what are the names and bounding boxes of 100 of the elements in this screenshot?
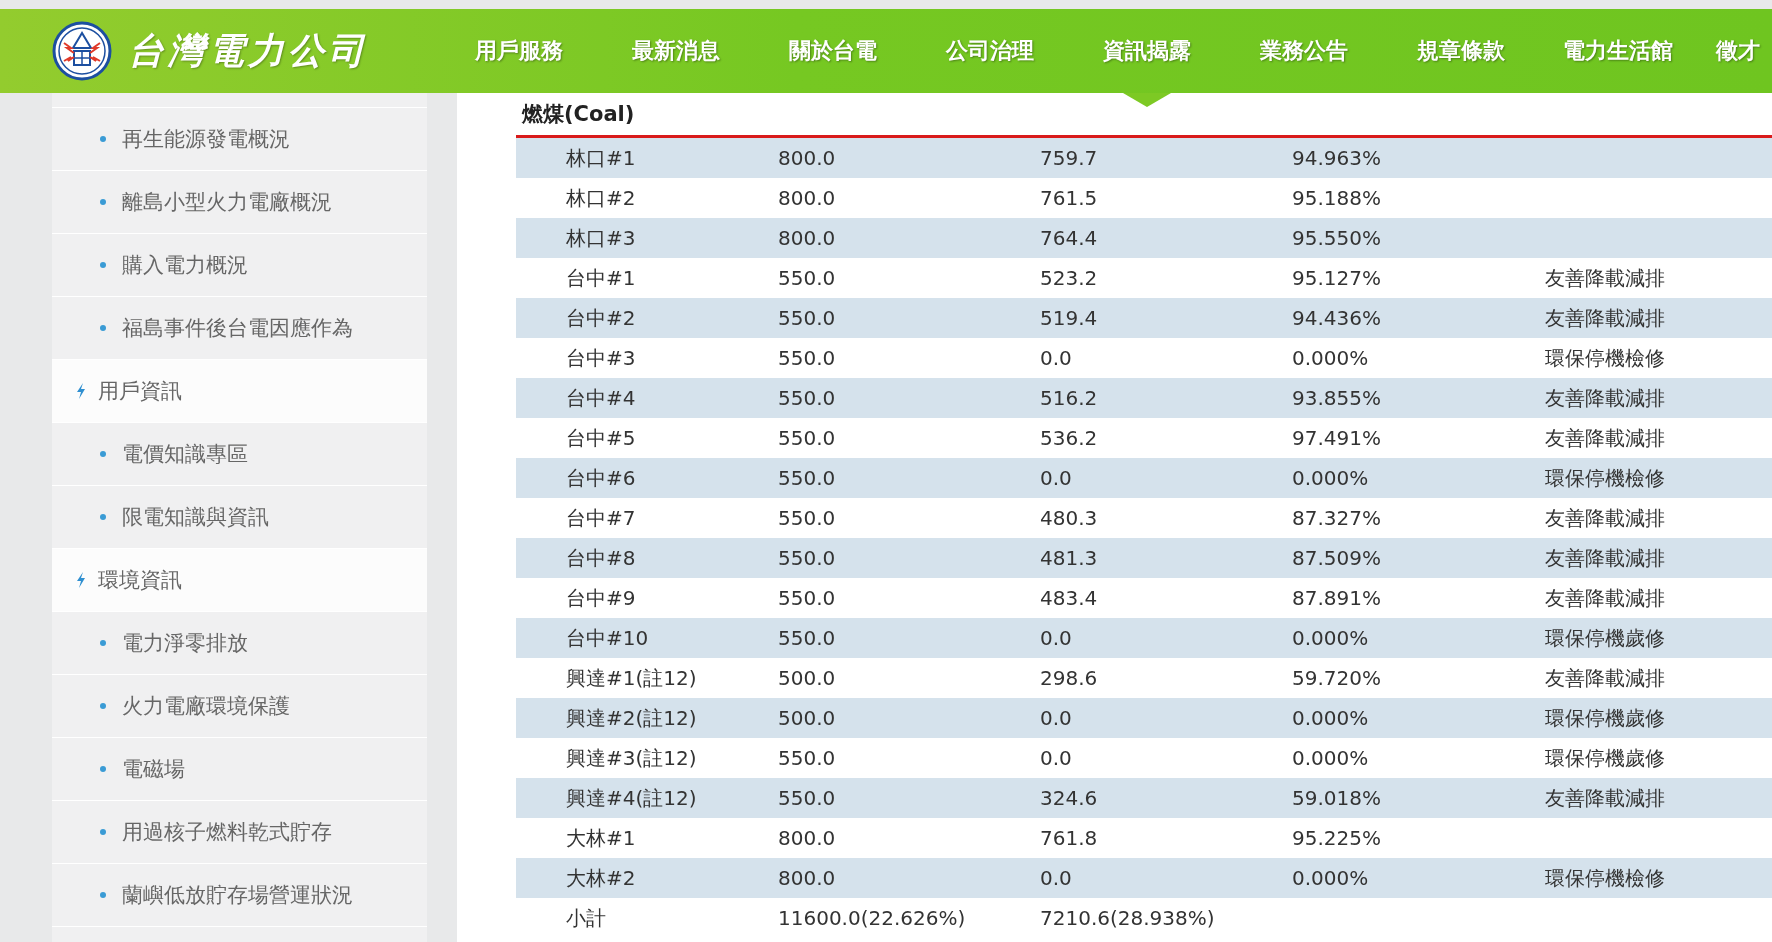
table-cell: 759.7 (1040, 146, 1098, 170)
table-cell: 台中#7 (566, 505, 636, 530)
table-cell: 友善降載減排 (1545, 505, 1665, 530)
table-cell: 友善降載減排 (1545, 665, 1665, 690)
lightning-icon (76, 383, 86, 399)
table-cell: 環保停機歲修 (1545, 705, 1665, 730)
table-cell: 94.963% (1292, 146, 1381, 170)
table-cell: 550.0 (778, 346, 836, 370)
table-cell: 800.0 (778, 146, 836, 170)
table-cell: 友善降載減排 (1545, 545, 1665, 570)
table-cell: 環保停機檢修 (1545, 345, 1665, 370)
table-cell: 550.0 (778, 466, 836, 490)
sidebar-item[interactable]: 離島小型火力電廠概況 (122, 188, 332, 216)
table-cell: 友善降載減排 (1545, 785, 1665, 810)
sidebar-section[interactable]: 環境資訊 (98, 566, 182, 594)
table-cell: 764.4 (1040, 226, 1098, 250)
table-cell: 0.000% (1292, 866, 1369, 890)
table-cell: 550.0 (778, 266, 836, 290)
bullet-icon (100, 703, 106, 709)
table-cell: 台中#8 (566, 545, 636, 570)
table-cell: 95.127% (1292, 266, 1381, 290)
table-cell: 大林#1 (566, 825, 636, 850)
sidebar-item[interactable]: 用過核子燃料乾式貯存 (122, 818, 332, 846)
table-cell: 0.0 (1040, 746, 1072, 770)
bullet-icon (100, 640, 106, 646)
table-cell: 友善降載減排 (1545, 265, 1665, 290)
table-cell: 516.2 (1040, 386, 1098, 410)
table-cell: 台中#5 (566, 425, 636, 450)
table-cell: 324.6 (1040, 786, 1098, 810)
table-cell: 761.5 (1040, 186, 1098, 210)
table-cell: 800.0 (778, 186, 836, 210)
table-cell: 87.509% (1292, 546, 1381, 570)
bullet-icon (100, 262, 106, 268)
table-cell: 95.225% (1292, 826, 1381, 850)
bullet-icon (100, 136, 106, 142)
table-cell: 550.0 (778, 786, 836, 810)
sidebar-item[interactable]: 蘭嶼低放貯存場營運狀況 (122, 881, 353, 909)
table-cell: 友善降載減排 (1545, 425, 1665, 450)
bullet-icon (100, 829, 106, 835)
table-cell: 519.4 (1040, 306, 1098, 330)
logo-icon[interactable] (52, 21, 112, 81)
table-cell: 483.4 (1040, 586, 1098, 610)
table-cell: 95.550% (1292, 226, 1381, 250)
sidebar-item[interactable]: 限電知識與資訊 (122, 503, 269, 531)
bullet-icon (100, 766, 106, 772)
table-cell: 550.0 (778, 546, 836, 570)
bullet-icon (100, 325, 106, 331)
table-cell: 94.436% (1292, 306, 1381, 330)
table-cell: 87.327% (1292, 506, 1381, 530)
table-cell: 台中#3 (566, 345, 636, 370)
table-cell: 550.0 (778, 426, 836, 450)
table-cell: 95.188% (1292, 186, 1381, 210)
table-cell: 550.0 (778, 586, 836, 610)
bullet-icon (100, 199, 106, 205)
table-cell: 興達#4(註12) (566, 785, 697, 810)
sidebar-item[interactable]: 電價知識專區 (122, 440, 248, 468)
table-cell: 550.0 (778, 306, 836, 330)
table-cell: 友善降載減排 (1545, 585, 1665, 610)
sidebar-item[interactable]: 電磁場 (122, 755, 185, 783)
table-cell: 大林#2 (566, 865, 636, 890)
table-cell: 林口#3 (566, 225, 636, 250)
table-cell: 93.855% (1292, 386, 1381, 410)
table-cell: 興達#2(註12) (566, 705, 697, 730)
table-cell: 林口#1 (566, 145, 636, 170)
table-cell: 0.000% (1292, 706, 1369, 730)
bullet-icon (100, 451, 106, 457)
table-cell: 59.720% (1292, 666, 1381, 690)
sidebar-item[interactable]: 電力淨零排放 (122, 629, 248, 657)
table-cell: 林口#2 (566, 185, 636, 210)
table-cell: 500.0 (778, 706, 836, 730)
table-cell: 523.2 (1040, 266, 1098, 290)
bullet-icon (100, 892, 106, 898)
table-cell: 友善降載減排 (1545, 385, 1665, 410)
sidebar-item[interactable]: 購入電力概況 (122, 251, 248, 279)
sidebar-section[interactable]: 用戶資訊 (98, 377, 182, 405)
table-cell: 台中#6 (566, 465, 636, 490)
table-cell: 11600.0(22.626%) (778, 906, 966, 930)
table-cell: 59.018% (1292, 786, 1381, 810)
table-cell: 481.3 (1040, 546, 1098, 570)
table-cell: 87.891% (1292, 586, 1381, 610)
table-cell: 台中#9 (566, 585, 636, 610)
table-cell: 480.3 (1040, 506, 1098, 530)
sidebar-item[interactable]: 再生能源發電概況 (122, 125, 290, 153)
table-cell: 0.000% (1292, 346, 1369, 370)
table-cell: 友善降載減排 (1545, 305, 1665, 330)
sidebar-item[interactable]: 火力電廠環境保護 (122, 692, 290, 720)
table-cell: 800.0 (778, 866, 836, 890)
table-cell: 0.000% (1292, 626, 1369, 650)
bullet-icon (100, 514, 106, 520)
table-cell: 台中#4 (566, 385, 636, 410)
table-cell: 環保停機檢修 (1545, 465, 1665, 490)
table-cell: 550.0 (778, 506, 836, 530)
table-cell: 0.0 (1040, 706, 1072, 730)
table-cell: 550.0 (778, 386, 836, 410)
sidebar-item[interactable]: 福島事件後台電因應作為 (122, 314, 353, 342)
table-cell: 0.000% (1292, 466, 1369, 490)
table-cell: 800.0 (778, 826, 836, 850)
table-cell: 0.000% (1292, 746, 1369, 770)
table-cell: 環保停機歲修 (1545, 745, 1665, 770)
table-cell: 興達#3(註12) (566, 745, 697, 770)
